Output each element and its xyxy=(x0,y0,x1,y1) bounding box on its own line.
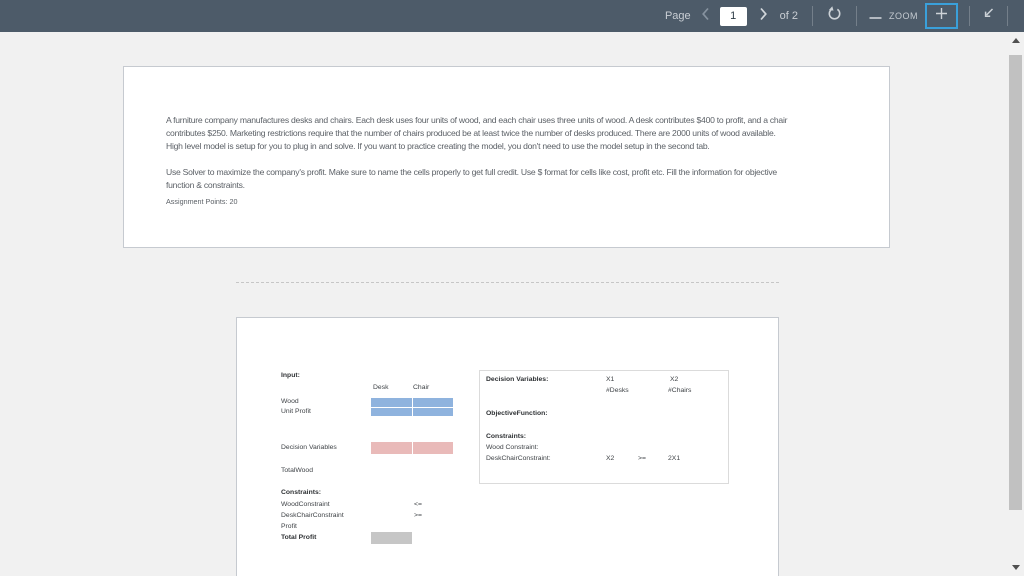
rotate-icon xyxy=(826,5,843,27)
page-break-divider xyxy=(236,282,779,283)
page-label: Page xyxy=(664,10,691,22)
scrollbar-down-button[interactable] xyxy=(1007,559,1024,576)
zoom-label: ZOOM xyxy=(889,11,918,21)
box-desk-chair-constraint-label: DeskChairConstraint: xyxy=(486,455,551,462)
variable-x2: X2 xyxy=(670,376,679,383)
paragraph-line: Use Solver to maximize the company's pro… xyxy=(166,167,777,177)
exit-fullscreen-button[interactable] xyxy=(981,6,996,26)
zoom-in-plus-icon xyxy=(934,6,949,26)
box-objective-function-label: ObjectiveFunction: xyxy=(486,410,548,417)
desk-chair-constraint-operator: >= xyxy=(414,512,422,519)
row-label-unit-profit: Unit Profit xyxy=(281,408,311,415)
viewer-toolbar: Page of 2 ZOOM xyxy=(0,0,1024,32)
exit-fullscreen-icon xyxy=(981,6,996,26)
assignment-points-label: Assignment Points: 20 xyxy=(166,197,238,206)
box-wood-constraint-label: Wood Constraint: xyxy=(486,444,539,451)
input-cell[interactable] xyxy=(412,398,453,407)
input-section-label: Input: xyxy=(281,372,300,379)
row-label-wood: Wood xyxy=(281,398,299,405)
decision-variable-cell[interactable] xyxy=(371,442,412,454)
wood-constraint-operator: <= xyxy=(414,501,422,508)
scrollbar-thumb[interactable] xyxy=(1009,55,1022,510)
input-cell[interactable] xyxy=(371,398,412,407)
row-label-wood-constraint: WoodConstraint xyxy=(281,501,330,508)
variable-x2-desc: #Chairs xyxy=(668,387,692,394)
zoom-out-minus-icon xyxy=(869,7,882,25)
next-page-button[interactable] xyxy=(759,7,768,26)
column-header-desk: Desk xyxy=(373,384,389,391)
input-cell[interactable] xyxy=(371,407,412,416)
rotate-button[interactable] xyxy=(826,5,843,27)
paragraph-line: contributes $250. Marketing restrictions… xyxy=(166,128,776,138)
variable-x1: X1 xyxy=(606,376,615,383)
constraints-section-label: Constraints: xyxy=(281,489,322,496)
chevron-left-icon xyxy=(701,7,710,26)
chevron-right-icon xyxy=(759,7,768,26)
desk-chair-constraint-lhs: X2 xyxy=(606,455,615,462)
zoom-in-button[interactable] xyxy=(925,3,958,29)
document-page-1: A furniture company manufactures desks a… xyxy=(123,66,890,248)
zoom-out-button[interactable] xyxy=(869,7,882,25)
input-cells-blue xyxy=(371,398,453,416)
box-constraints-label: Constraints: xyxy=(486,433,527,440)
toolbar-divider xyxy=(969,6,970,26)
row-label-profit: Profit xyxy=(281,523,297,530)
arrow-down-icon xyxy=(1011,565,1020,570)
total-profit-cell[interactable] xyxy=(371,532,412,544)
variable-x1-desc: #Desks xyxy=(606,387,629,394)
previous-page-button[interactable] xyxy=(701,7,710,26)
toolbar-divider xyxy=(856,6,857,26)
model-definition-box: Decision Variables: X1 X2 #Desks #Chairs… xyxy=(479,370,729,484)
arrow-up-icon xyxy=(1011,38,1020,43)
row-label-desk-chair-constraint: DeskChairConstraint xyxy=(281,512,344,519)
desk-chair-constraint-rhs: 2X1 xyxy=(668,455,681,462)
toolbar-divider xyxy=(1007,6,1008,26)
row-label-total-wood: TotalWood xyxy=(281,467,313,474)
scrollbar-up-button[interactable] xyxy=(1007,32,1024,49)
decision-variable-cells-pink xyxy=(371,442,453,454)
paragraph-line: A furniture company manufactures desks a… xyxy=(166,115,788,125)
desk-chair-constraint-op: >= xyxy=(638,455,646,462)
toolbar-divider xyxy=(812,6,813,26)
page-number-input[interactable] xyxy=(719,6,747,26)
box-decision-variables-label: Decision Variables: xyxy=(486,376,549,383)
row-label-total-profit: Total Profit xyxy=(281,534,317,541)
paragraph-line: function & constraints. xyxy=(166,180,245,190)
paragraph-line: High level model is setup for you to plu… xyxy=(166,141,710,151)
input-cell[interactable] xyxy=(412,407,453,416)
vertical-scrollbar xyxy=(1007,32,1024,576)
decision-variable-cell[interactable] xyxy=(412,442,453,454)
row-label-decision-variables: Decision Variables xyxy=(281,444,337,451)
document-page-2: Input: Desk Chair Wood Unit Profit Decis… xyxy=(236,317,779,576)
page-count-label: of 2 xyxy=(779,10,798,22)
column-header-chair: Chair xyxy=(413,384,430,391)
